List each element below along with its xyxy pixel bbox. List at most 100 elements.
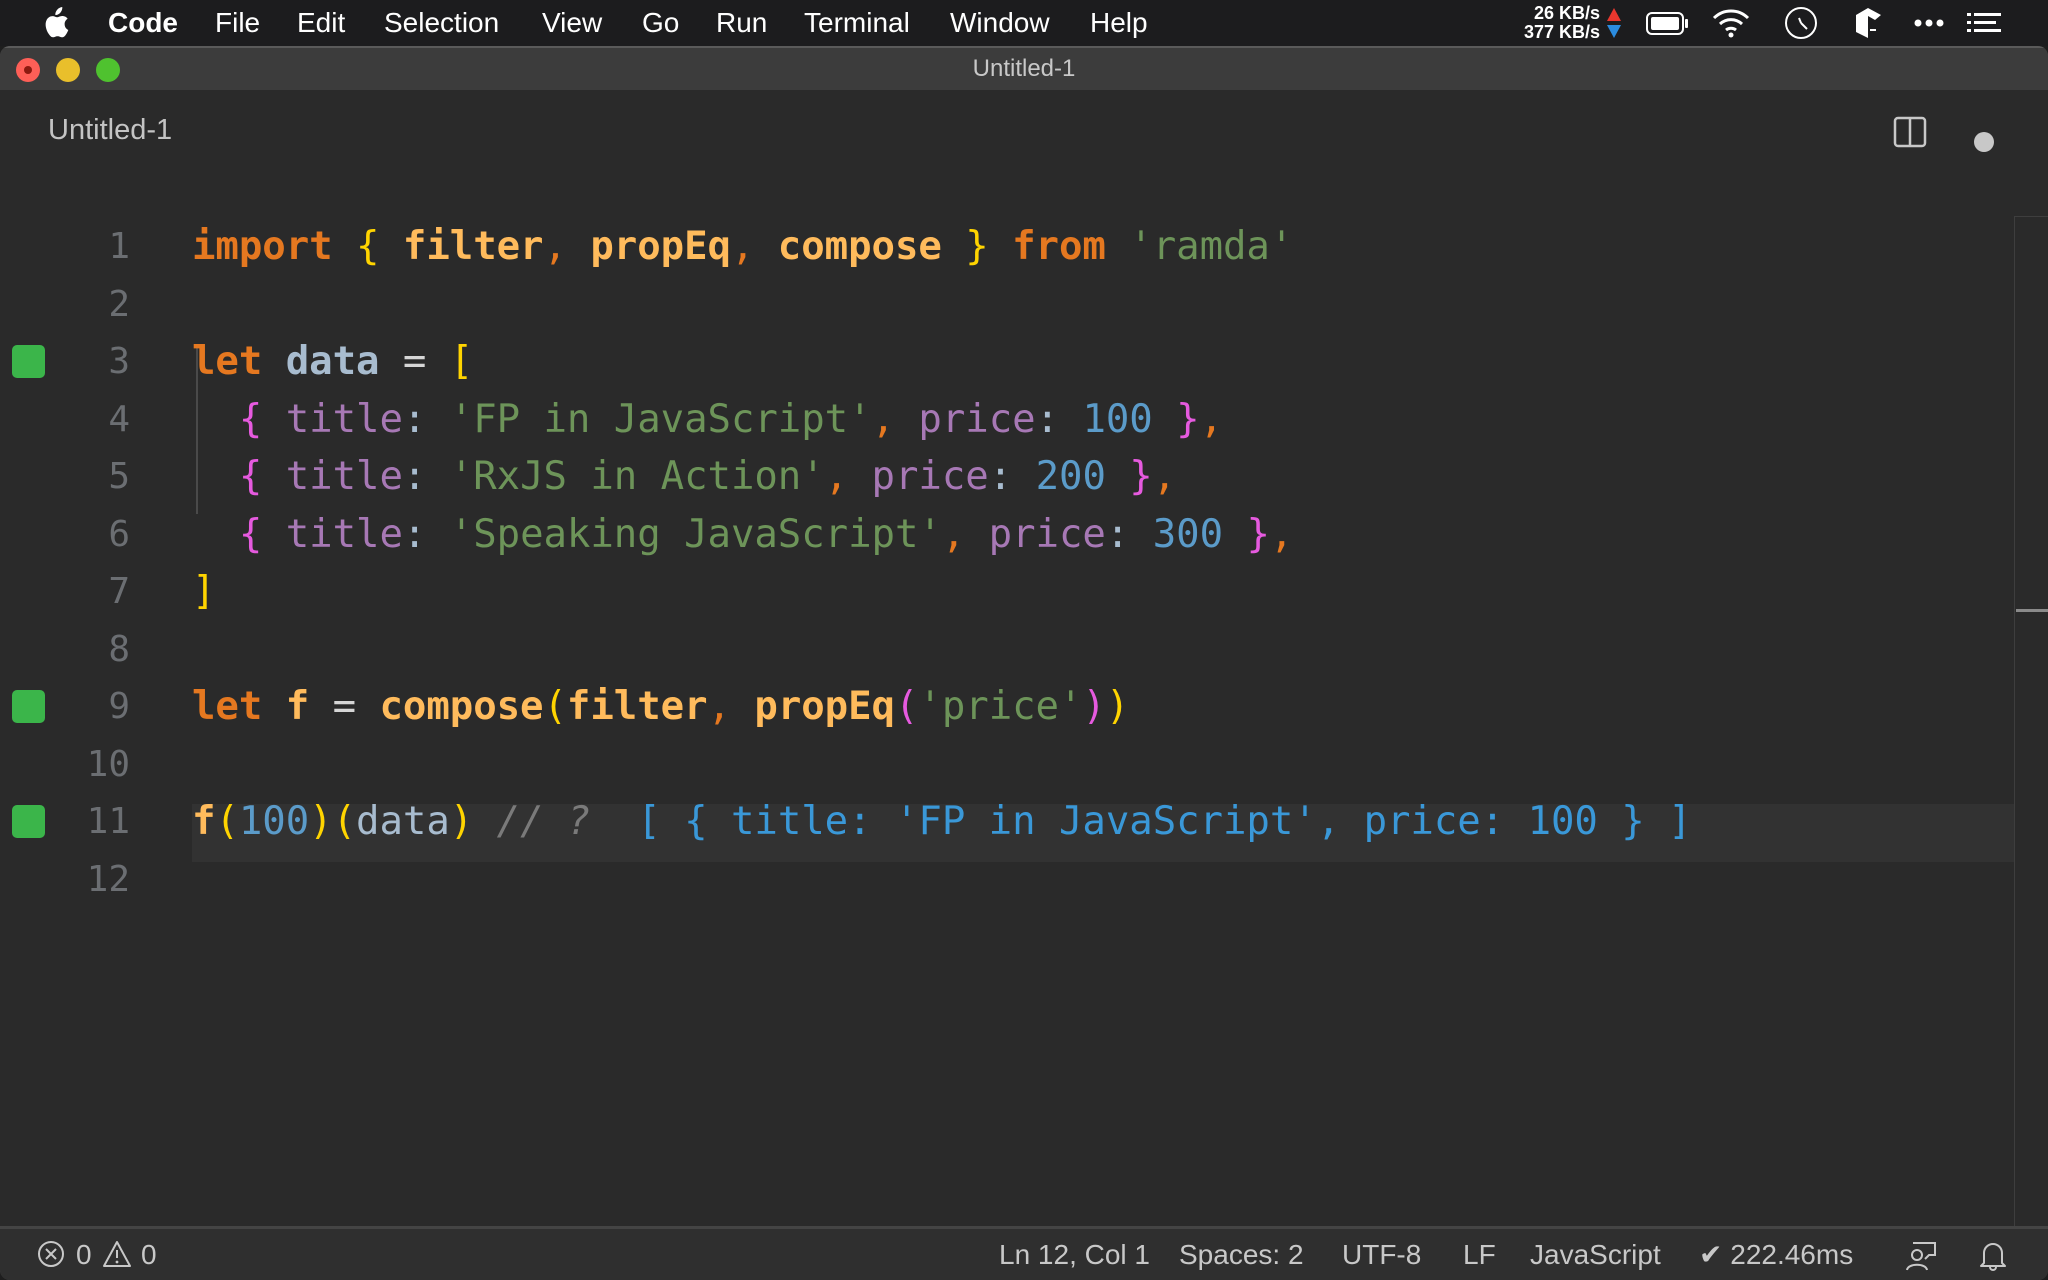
code-token: import <box>192 224 333 269</box>
code-line[interactable]: 2 <box>0 276 2014 334</box>
feedback-icon[interactable] <box>1905 1239 1939 1271</box>
code-line[interactable]: 10 <box>0 736 2014 794</box>
warning-icon[interactable] <box>102 1239 132 1269</box>
code-text: let data = [ <box>192 333 473 391</box>
code-token: price <box>965 511 1106 557</box>
overview-ruler[interactable] <box>2014 216 2048 1227</box>
code-token: from <box>988 224 1106 269</box>
code-token: ( <box>894 684 919 729</box>
code-token: let <box>192 684 263 729</box>
menu-file[interactable]: File <box>215 0 260 46</box>
unsaved-changes-dot[interactable] <box>1974 132 1994 152</box>
code-token: , <box>824 454 849 499</box>
line-number: 9 <box>108 686 130 727</box>
clock-icon[interactable] <box>1783 6 1819 40</box>
code-token: [ <box>449 339 474 384</box>
code-line[interactable]: 12 <box>0 851 2014 909</box>
encoding[interactable]: UTF-8 <box>1342 1229 1421 1280</box>
code-line[interactable]: 3 let data = [ <box>0 333 2014 391</box>
code-token: ) <box>1105 684 1130 729</box>
menu-help[interactable]: Help <box>1090 0 1148 46</box>
line-number: 1 <box>108 226 130 267</box>
code-token: } <box>1152 396 1200 442</box>
code-line[interactable]: 9 let f = compose(filter, propEq('price')… <box>0 678 2014 736</box>
code-token: price <box>848 454 989 499</box>
code-token: ( <box>543 684 567 729</box>
code-token: , <box>707 684 731 729</box>
title-bar[interactable]: Untitled-1 <box>0 46 2048 90</box>
overview-ruler-cursor-mark <box>2016 609 2048 612</box>
end-of-line[interactable]: LF <box>1463 1229 1496 1280</box>
menu-view[interactable]: View <box>542 0 602 46</box>
notifications-bell-icon[interactable] <box>1978 1239 2008 1271</box>
code-text: ] <box>192 563 215 621</box>
error-icon[interactable] <box>36 1239 66 1269</box>
more-icon[interactable] <box>1912 6 1946 40</box>
code-token: ( <box>332 799 357 844</box>
code-token: ) <box>1082 684 1106 729</box>
tab-untitled-1[interactable]: Untitled-1 <box>48 114 172 147</box>
macos-menubar: Code File Edit Selection View Go Run Ter… <box>0 0 2048 46</box>
code-token: title <box>262 396 403 442</box>
cursor-position[interactable]: Ln 12, Col 1 <box>999 1229 1150 1280</box>
language-mode[interactable]: JavaScript <box>1530 1229 1661 1280</box>
code-line[interactable]: 5 { title: 'RxJS in Action', price: 200 … <box>0 448 2014 506</box>
menu-app-name[interactable]: Code <box>108 0 178 46</box>
list-icon[interactable] <box>1965 6 2003 40</box>
wifi-icon[interactable] <box>1710 6 1752 40</box>
line-number: 2 <box>108 283 130 325</box>
code-token: compose <box>379 684 544 729</box>
network-speed[interactable]: 26 KB/s 377 KB/s <box>1515 4 1600 42</box>
code-token: propEq <box>566 224 731 269</box>
code-text: { title: 'FP in JavaScript', price: 100 … <box>192 391 1223 449</box>
line-number: 6 <box>108 513 130 555</box>
menu-edit[interactable]: Edit <box>297 0 345 46</box>
code-token: , <box>1199 396 1224 442</box>
code-token: compose <box>754 224 966 269</box>
code-token: f <box>192 799 216 844</box>
window-title: Untitled-1 <box>972 55 1076 82</box>
code-token: } <box>1223 511 1270 557</box>
code-line[interactable]: 1 import { filter, propEq, compose } from… <box>0 218 2014 276</box>
indentation[interactable]: Spaces: 2 <box>1179 1229 1304 1280</box>
code-line[interactable]: 4 { title: 'FP in JavaScript', price: 10… <box>0 391 2014 449</box>
error-count[interactable]: 0 <box>76 1229 92 1280</box>
code-token: = <box>379 339 450 384</box>
menu-run[interactable]: Run <box>716 0 767 46</box>
menu-window[interactable]: Window <box>950 0 1050 46</box>
line-number: 7 <box>108 571 130 612</box>
code-token: , <box>941 511 966 557</box>
menu-terminal[interactable]: Terminal <box>804 0 910 46</box>
quokka-timing[interactable]: ✔ 222.46ms <box>1699 1229 1853 1280</box>
line-number: 8 <box>108 628 130 670</box>
code-token: { <box>238 454 263 499</box>
code-line[interactable]: 7] <box>0 563 2014 621</box>
code-token: { <box>356 224 380 269</box>
code-token: 200 <box>1035 454 1106 499</box>
code-editor[interactable]: 1 import { filter, propEq, compose } from… <box>0 172 2048 1227</box>
status-bar: 0 0 Ln 12, Col 1 Spaces: 2 UTF-8 LF Java… <box>0 1226 2048 1280</box>
code-token: 'FP in JavaScript' <box>449 396 872 442</box>
apple-icon[interactable] <box>40 7 70 39</box>
code-token: data <box>356 799 450 844</box>
code-line[interactable]: 6 { title: 'Speaking JavaScript', price:… <box>0 506 2014 564</box>
code-line[interactable]: 11 f(100)(data) // ? [ { title: 'FP in Ja… <box>0 793 2014 851</box>
code-token: ) <box>309 799 333 844</box>
menu-go[interactable]: Go <box>642 0 679 46</box>
code-token: f <box>262 684 310 729</box>
warning-count[interactable]: 0 <box>141 1229 157 1280</box>
code-token: // ? <box>473 799 638 844</box>
code-text: { title: 'RxJS in Action', price: 200 }, <box>192 448 1176 506</box>
code-line[interactable]: 8 <box>0 621 2014 679</box>
app-tray-icon[interactable] <box>1853 6 1883 40</box>
code-token: : <box>402 511 450 557</box>
battery-icon[interactable] <box>1645 6 1691 40</box>
code-token: 'RxJS in Action' <box>449 454 825 499</box>
split-editor-icon[interactable] <box>1893 116 1927 148</box>
code-token: filter <box>566 684 708 729</box>
menu-selection[interactable]: Selection <box>384 0 499 46</box>
code-token: : <box>1035 396 1083 442</box>
